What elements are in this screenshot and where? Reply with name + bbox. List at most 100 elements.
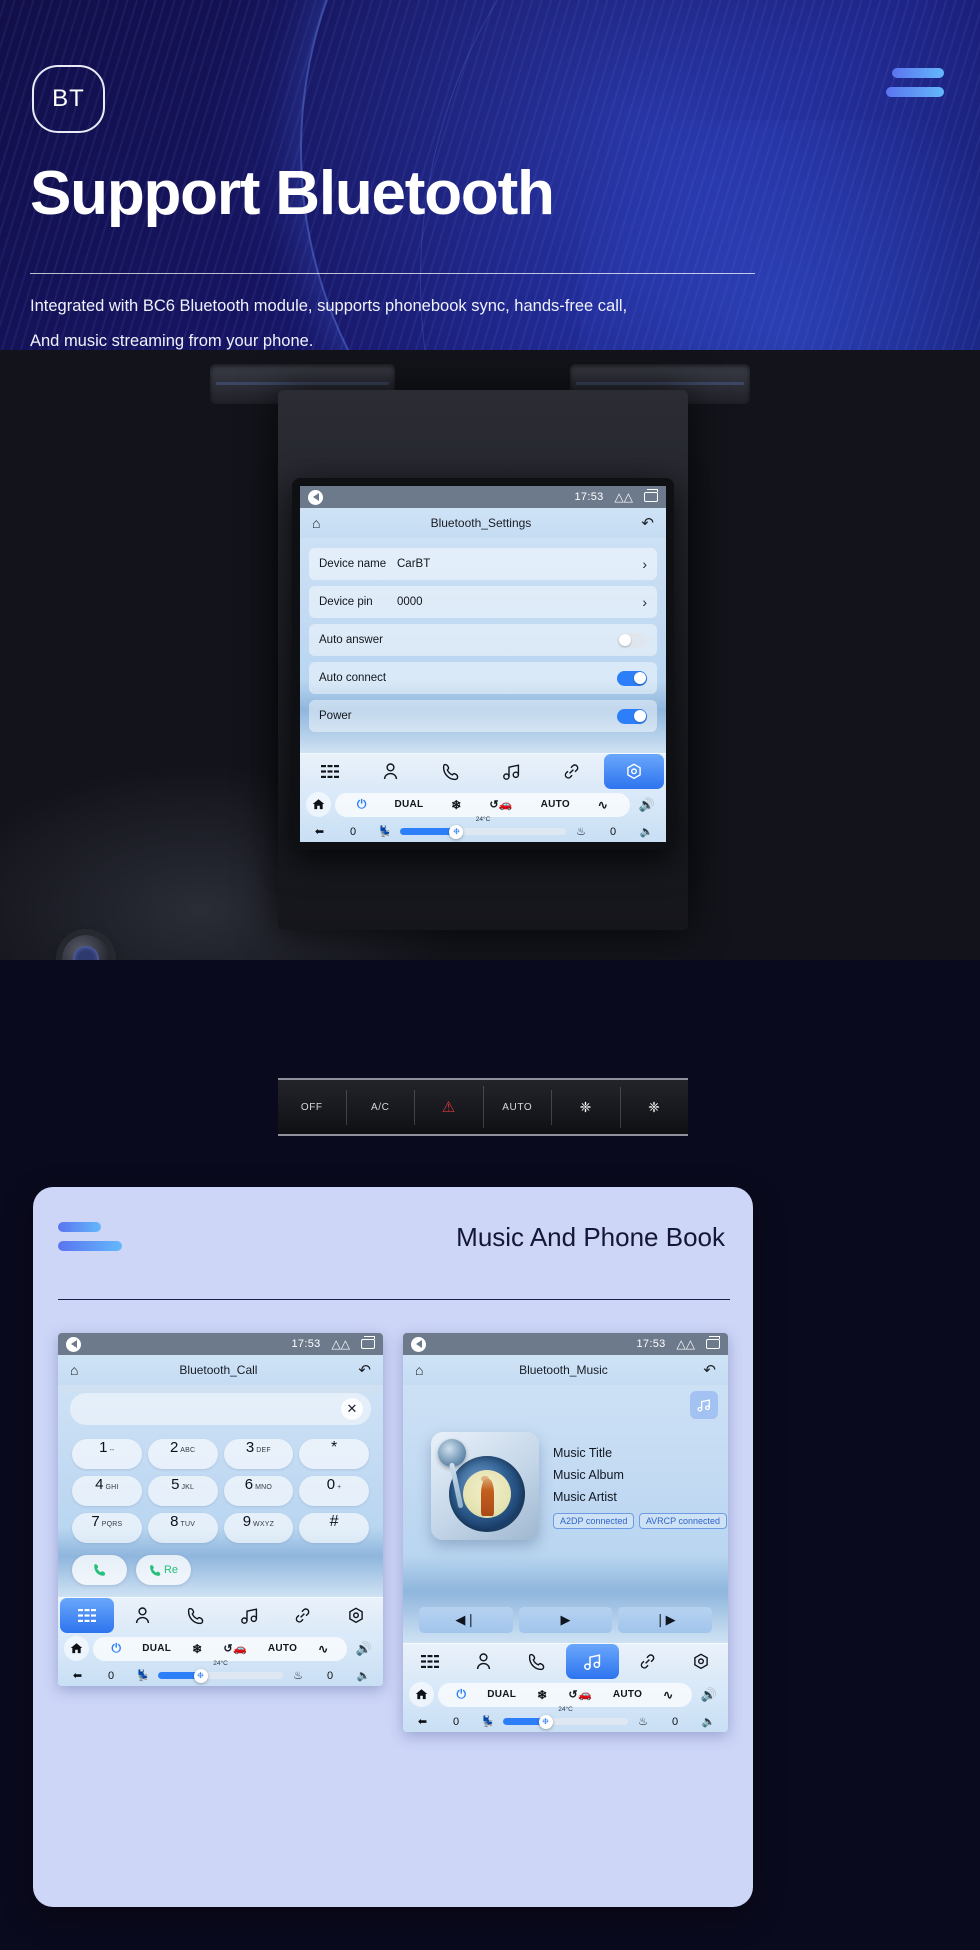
phone-number-input[interactable]: ✕ [70,1393,371,1425]
setting-row-device-name[interactable]: Device name CarBT › [309,548,657,580]
dial-key-4[interactable]: 4 GHI [72,1476,142,1506]
seat-icon-left[interactable]: 💺 [132,1669,154,1682]
seat-icon-left[interactable]: 💺 [374,825,396,838]
playlist-icon[interactable] [690,1391,718,1419]
dock-item-link[interactable] [276,1598,330,1633]
dock-item-link[interactable] [621,1644,675,1679]
dial-key-1[interactable]: 1 -- [72,1439,142,1469]
hvac-off-button[interactable]: OFF [278,1089,347,1125]
clear-icon[interactable]: ✕ [341,1398,363,1420]
power-toggle[interactable] [617,708,647,724]
dial-key-6[interactable]: 6 MNO [223,1476,294,1506]
climate-dual-label[interactable]: DUAL [394,799,423,810]
home-icon[interactable]: ⌂ [415,1362,423,1378]
fan-speed-slider[interactable]: ❉ [503,1714,628,1729]
dock-item-contacts[interactable] [457,1644,511,1679]
power-icon[interactable]: ⏻ [357,797,367,812]
volume-down-button[interactable]: 🔈 [634,825,659,838]
dial-key-7[interactable]: 7 PQRS [72,1513,142,1543]
snowflake-icon[interactable]: ❄ [192,1642,202,1656]
recent-apps-icon[interactable] [644,489,658,502]
volume-up-button[interactable]: 🔊 [634,797,660,813]
climate-home-button[interactable] [409,1682,434,1707]
setting-row-device-pin[interactable]: Device pin 0000 › [309,586,657,618]
dial-key-0[interactable]: 0 + [299,1476,369,1506]
call-button[interactable] [72,1555,127,1585]
volume-up-button[interactable]: 🔊 [696,1687,722,1703]
back-arrow-icon[interactable]: ↶ [358,1361,371,1379]
recent-apps-icon[interactable] [706,1336,720,1349]
dock-item-settings[interactable] [603,754,664,789]
volume-down-button[interactable]: 🔈 [696,1715,721,1728]
fan-speed-slider[interactable]: ❉ [158,1668,283,1683]
play-pause-button[interactable]: ▶ [518,1607,613,1633]
dock-item-apps[interactable] [300,754,360,789]
recent-apps-icon[interactable] [361,1336,375,1349]
volume-up-button[interactable]: 🔊 [351,1641,377,1657]
setting-row-auto-answer[interactable]: Auto answer [309,624,657,656]
chevron-up-icon[interactable]: △△ [615,491,633,503]
previous-track-button[interactable]: ◀❘ [419,1607,513,1633]
dock-item-phone[interactable] [169,1598,223,1633]
next-track-button[interactable]: ❘▶ [618,1607,713,1633]
dial-key-5[interactable]: 5 JKL [147,1476,218,1506]
status-back-icon[interactable] [66,1336,81,1352]
power-icon[interactable]: ⏻ [111,1641,121,1656]
redial-button[interactable]: Re [136,1555,191,1585]
setting-row-auto-connect[interactable]: Auto connect [309,662,657,694]
dock-item-phone[interactable] [421,754,481,789]
dock-item-music[interactable] [223,1598,277,1633]
fan-decrease-button[interactable]: ❈ [552,1086,621,1128]
dock-item-contacts[interactable] [116,1598,170,1633]
volume-down-button[interactable]: 🔈 [351,1669,376,1682]
power-icon[interactable]: ⏻ [456,1687,466,1702]
climate-home-button[interactable] [64,1636,89,1661]
defrost-icon[interactable]: ∿ [663,1688,673,1702]
seat-heater-icon[interactable]: ♨ [570,825,592,838]
dock-item-settings[interactable] [675,1644,729,1679]
dock-item-apps[interactable] [403,1644,457,1679]
status-back-icon[interactable] [411,1336,426,1352]
chevron-up-icon[interactable]: △△ [332,1338,350,1350]
dock-item-music[interactable] [565,1644,619,1679]
climate-auto-label[interactable]: AUTO [541,799,570,810]
auto-answer-toggle[interactable] [617,632,647,648]
back-arrow-icon[interactable]: ↶ [641,514,654,532]
hvac-auto-button[interactable]: AUTO [484,1089,552,1125]
snowflake-icon[interactable]: ❄ [537,1688,547,1702]
defrost-icon[interactable]: ∿ [318,1642,328,1656]
recirculation-icon[interactable]: ↺🚗 [223,1642,247,1655]
dial-key-2[interactable]: 2 ABC [147,1439,218,1469]
dial-key-star[interactable]: * [299,1439,369,1469]
dock-item-music[interactable] [481,754,541,789]
climate-auto-label[interactable]: AUTO [268,1643,297,1654]
recirculation-icon[interactable]: ↺🚗 [489,798,513,811]
auto-connect-toggle[interactable] [617,670,647,686]
seat-heater-icon[interactable]: ♨ [287,1669,309,1682]
hazard-lights-button[interactable]: ⚠ [415,1086,484,1128]
dock-item-settings[interactable] [330,1598,384,1633]
seat-icon-left[interactable]: 💺 [477,1715,499,1728]
fan-speed-slider[interactable]: ❉ [400,824,566,839]
climate-auto-label[interactable]: AUTO [613,1689,642,1700]
home-icon[interactable]: ⌂ [70,1362,78,1378]
back-button[interactable]: ⬅ [307,825,332,838]
recirculation-icon[interactable]: ↺🚗 [568,1688,592,1701]
climate-dual-label[interactable]: DUAL [487,1689,516,1700]
climate-dual-label[interactable]: DUAL [142,1643,171,1654]
climate-home-button[interactable] [306,792,331,817]
home-icon[interactable]: ⌂ [312,515,320,531]
back-button[interactable]: ⬅ [410,1715,435,1728]
status-back-icon[interactable] [308,489,323,505]
fan-increase-button[interactable]: ❈ [621,1087,689,1128]
dial-key-9[interactable]: 9 WXYZ [223,1513,294,1543]
snowflake-icon[interactable]: ❄ [451,798,461,812]
dial-key-hash[interactable]: # [299,1513,369,1543]
dock-item-phone[interactable] [510,1644,564,1679]
hvac-ac-button[interactable]: A/C [347,1089,415,1125]
setting-row-power[interactable]: Power [309,700,657,732]
dock-item-link[interactable] [541,754,601,789]
back-button[interactable]: ⬅ [65,1669,90,1682]
dock-item-contacts[interactable] [360,754,420,789]
dial-key-8[interactable]: 8 TUV [147,1513,218,1543]
